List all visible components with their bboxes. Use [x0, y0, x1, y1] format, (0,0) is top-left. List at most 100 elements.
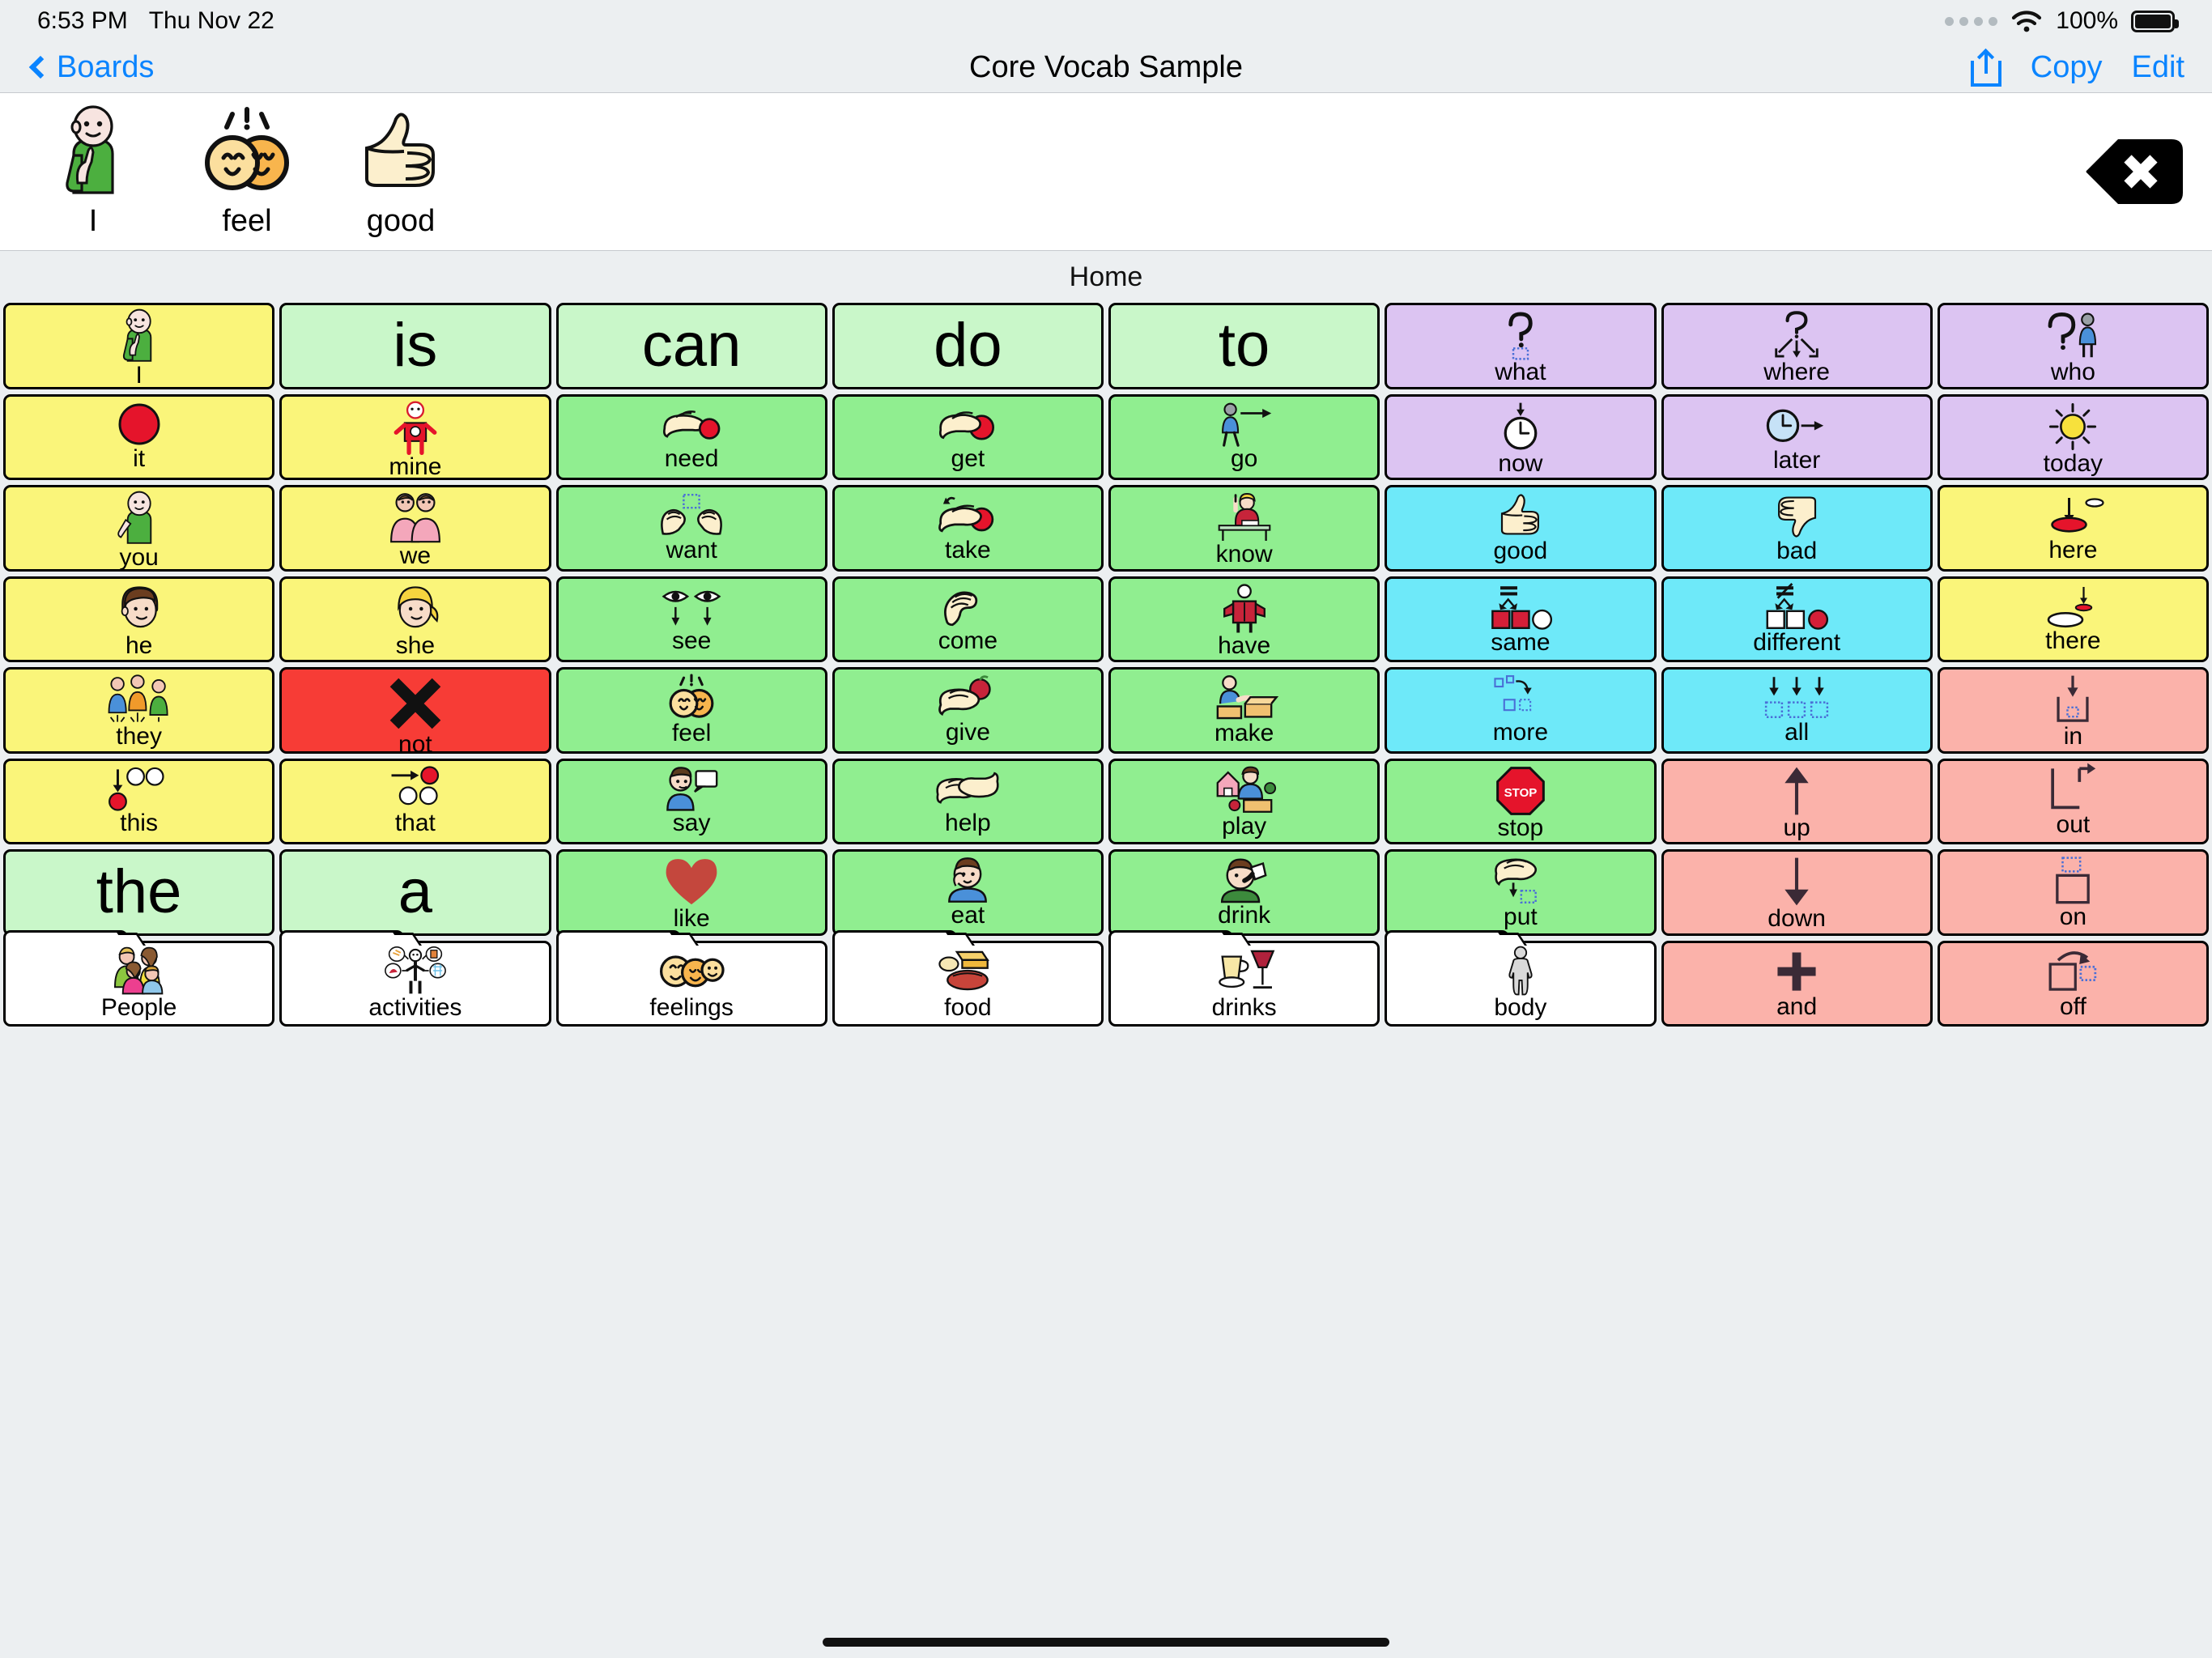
cell-label: it — [133, 445, 146, 472]
grid-cell-drinks[interactable]: drinks — [1108, 929, 1380, 1027]
grid-cell-go[interactable]: go — [1108, 393, 1380, 480]
signal-dots-icon — [1945, 16, 1998, 26]
status-bar-left: 6:53 PM Thu Nov 22 — [37, 7, 274, 35]
grid-cell-that[interactable]: that — [279, 758, 551, 844]
grid-cell-now[interactable]: now — [1385, 393, 1657, 480]
black-x-symbol — [282, 670, 548, 733]
grid-cell-eat[interactable]: eat — [832, 849, 1104, 936]
grid-cell-give[interactable]: give — [832, 667, 1104, 754]
red-heart-symbol — [559, 852, 825, 907]
grid-cell-know[interactable]: know — [1108, 485, 1380, 572]
boy-face-symbol — [6, 579, 272, 634]
grid-cell-help[interactable]: help — [832, 758, 1104, 844]
grid-cell-out[interactable]: out — [1937, 758, 2209, 844]
grid-cell-not[interactable]: not — [279, 667, 551, 754]
grid-cell-is[interactable]: is — [279, 303, 551, 389]
grid-cell-she[interactable]: she — [279, 576, 551, 662]
grid-cell-there[interactable]: there — [1937, 576, 2209, 662]
grid-cell-food[interactable]: food — [832, 929, 1104, 1027]
grid-cell-they[interactable]: they — [3, 667, 275, 754]
copy-button[interactable]: Copy — [2031, 50, 2103, 85]
grid-cell-here[interactable]: here — [1937, 485, 2209, 572]
cell-label: where — [1763, 359, 1830, 385]
grid-cell-it[interactable]: it — [3, 393, 275, 480]
grid-cell-can[interactable]: can — [555, 303, 827, 389]
cell-label: stop — [1497, 814, 1544, 841]
grid-cell-today[interactable]: today — [1937, 393, 2209, 480]
grid-cell-all[interactable]: all — [1661, 667, 1933, 754]
grid-cell-say[interactable]: say — [555, 758, 827, 844]
sun-symbol — [1940, 397, 2206, 452]
cell-label: same — [1491, 628, 1551, 656]
question-mark-arrows-symbol — [1664, 305, 1930, 360]
grid-cell-mine[interactable]: mine — [279, 393, 551, 480]
hand-reaching-ball-symbol — [559, 397, 825, 448]
sentence-strip[interactable]: I feel good — [0, 92, 2212, 251]
grid-cell-feelings[interactable]: feelings — [555, 929, 827, 1027]
cell-label: put — [1504, 903, 1538, 930]
grid-cell-where[interactable]: where — [1661, 303, 1933, 389]
grid-cell-to[interactable]: to — [1108, 303, 1380, 389]
grid-cell-up[interactable]: up — [1661, 758, 1933, 844]
cell-label: People — [100, 994, 177, 1021]
grid-cell-body[interactable]: body — [1385, 929, 1657, 1027]
share-icon[interactable] — [1970, 48, 2001, 87]
grid-cell-come[interactable]: come — [832, 576, 1104, 662]
grid-cell-off[interactable]: off — [1937, 940, 2209, 1027]
grid-cell-play[interactable]: play — [1108, 758, 1380, 844]
cell-label: on — [2059, 903, 2087, 930]
grid-cell-down[interactable]: down — [1661, 849, 1933, 936]
grid-cell-good[interactable]: good — [1385, 485, 1657, 572]
grid-cell-who[interactable]: who — [1937, 303, 2209, 389]
grid-cell-he[interactable]: he — [3, 576, 275, 662]
grid-cell-stop[interactable]: STOP stop — [1385, 758, 1657, 844]
grid-cell-i[interactable]: I — [3, 303, 275, 389]
arrow-down-red-spot-symbol — [1940, 487, 2206, 538]
grid-cell-want[interactable]: want — [555, 485, 827, 572]
cell-label: later — [1772, 446, 1821, 474]
cell-label: she — [395, 631, 436, 659]
sentence-item-feel[interactable]: feel — [170, 93, 324, 250]
grid-cell-like[interactable]: like — [555, 849, 827, 936]
sentence-item-good[interactable]: good — [324, 93, 478, 250]
grid-cell-different[interactable]: different — [1661, 576, 1933, 662]
grid-cell-this[interactable]: this — [3, 758, 275, 844]
grid-cell-what[interactable]: what — [1385, 303, 1657, 389]
cell-label: what — [1495, 359, 1546, 385]
grid-cell-a[interactable]: a — [279, 849, 551, 936]
grid-cell-do[interactable]: do — [832, 303, 1104, 389]
grid-cell-get[interactable]: get — [832, 393, 1104, 480]
grid-cell-in[interactable]: in — [1937, 667, 2209, 754]
cell-label: eat — [951, 902, 985, 929]
cell-word: the — [96, 857, 182, 927]
edit-button[interactable]: Edit — [2132, 50, 2184, 85]
grid-cell-need[interactable]: need — [555, 393, 827, 480]
grid-cell-same[interactable]: same — [1385, 576, 1657, 662]
grid-cell-drink[interactable]: drink — [1108, 849, 1380, 936]
girl-raising-hand-symbol — [1111, 487, 1377, 542]
grid-cell-put[interactable]: put — [1385, 849, 1657, 936]
cell-word: a — [398, 857, 433, 927]
grid-cell-make[interactable]: make — [1108, 667, 1380, 754]
grid-cell-and[interactable]: and — [1661, 940, 1933, 1027]
person-holding-red-symbol — [282, 397, 548, 455]
grid-cell-see[interactable]: see — [555, 576, 827, 662]
grid-cell-later[interactable]: later — [1661, 393, 1933, 480]
grid-cell-the[interactable]: the — [3, 849, 275, 936]
person-activities-symbol — [279, 941, 551, 997]
grid-cell-on[interactable]: on — [1937, 849, 2209, 936]
grid-cell-people[interactable]: People — [3, 929, 275, 1027]
sentence-item-i[interactable]: I — [16, 93, 170, 250]
grid-cell-we[interactable]: we — [279, 485, 551, 572]
grid-cell-you[interactable]: you — [3, 485, 275, 572]
back-to-boards-button[interactable]: Boards — [28, 50, 154, 85]
grid-cell-more[interactable]: more — [1385, 667, 1657, 754]
grid-cell-feel[interactable]: feel — [555, 667, 827, 754]
grid-cell-bad[interactable]: bad — [1661, 485, 1933, 572]
backspace-delete-icon[interactable] — [2086, 138, 2184, 206]
grid-cell-activities[interactable]: activities — [279, 929, 551, 1027]
grid-cell-take[interactable]: take — [832, 485, 1104, 572]
grid-cell-have[interactable]: have — [1108, 576, 1380, 662]
eyes-looking-down-symbol — [559, 579, 825, 630]
thumbs-down-symbol — [1664, 487, 1930, 539]
